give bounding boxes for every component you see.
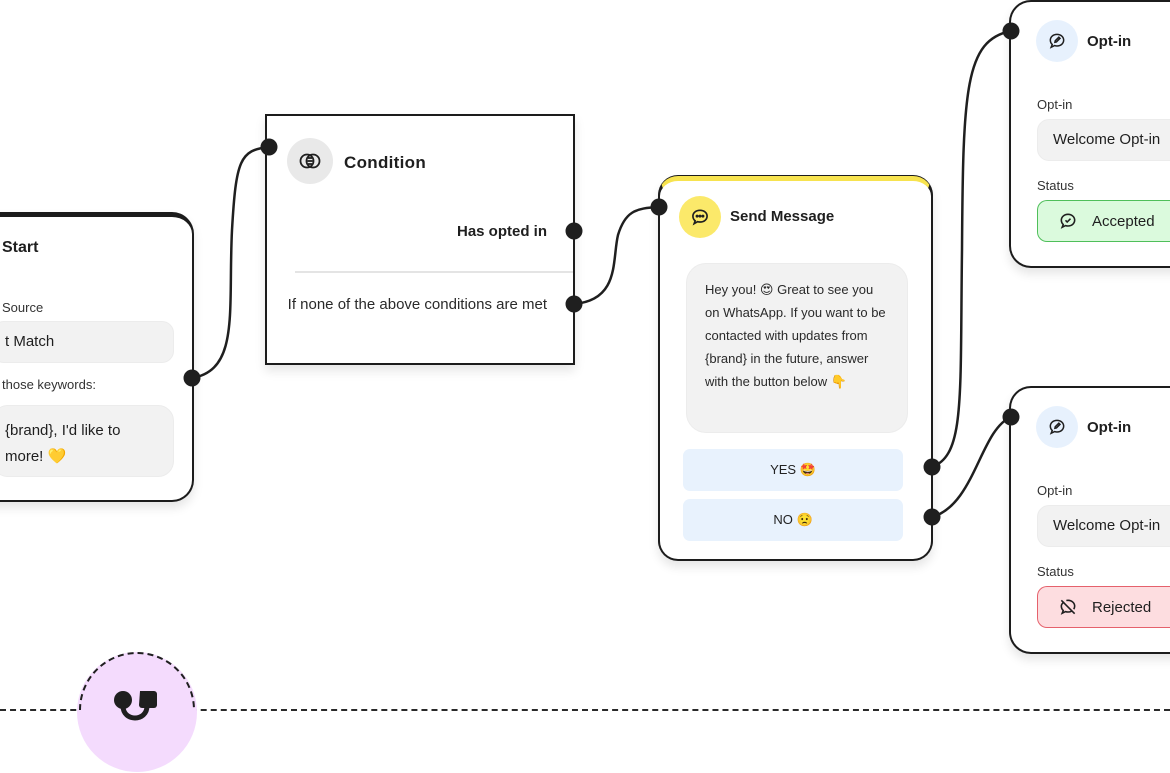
wire-condition-to-send	[573, 205, 660, 306]
chat-pencil-icon	[1049, 419, 1065, 435]
keywords-line-1: {brand}, I'd like to	[5, 422, 121, 439]
optin-node-rejected[interactable]: Opt-in Opt-in Welcome Opt-in Status Reje…	[1009, 386, 1170, 654]
wire-yes-to-optin-accepted	[931, 29, 1012, 469]
send-message-icon-circle	[679, 196, 721, 238]
condition-case-opted-in: Has opted in	[456, 223, 547, 240]
message-bubble[interactable]: Hey you! 😍 Great to see you on WhatsApp.…	[686, 263, 908, 433]
start-node[interactable]: Start Source t Match those keywords: {br…	[0, 212, 194, 502]
chat-slash-icon	[1060, 599, 1076, 615]
optin-node-accepted[interactable]: Opt-in Opt-in Welcome Opt-in Status Acce…	[1009, 0, 1170, 268]
intersect-circles-icon	[299, 153, 321, 169]
start-node-title: Start	[2, 239, 39, 256]
optin-field[interactable]: Welcome Opt-in	[1037, 505, 1170, 547]
condition-else-handle[interactable]	[565, 295, 583, 313]
brand-avatar[interactable]	[77, 652, 197, 772]
source-label: Source	[2, 300, 44, 315]
status-value: Accepted	[1092, 212, 1155, 230]
send-message-node[interactable]: Send Message Hey you! 😍 Great to see you…	[658, 176, 933, 561]
no-output-handle[interactable]	[923, 508, 941, 526]
yes-reply-button[interactable]: YES 🤩	[683, 449, 903, 491]
condition-icon-circle	[287, 138, 333, 184]
keywords-field[interactable]: {brand}, I'd like to more! 💛	[0, 405, 174, 477]
keywords-line-2: more! 💛	[5, 448, 67, 465]
condition-divider	[295, 271, 573, 273]
wire-no-to-optin-rejected	[931, 415, 1012, 519]
optin-rejected-input-handle[interactable]	[1002, 408, 1020, 426]
chat-check-icon	[1060, 213, 1076, 229]
send-message-input-handle[interactable]	[650, 198, 668, 216]
start-output-handle[interactable]	[183, 369, 201, 387]
status-badge-rejected[interactable]: Rejected	[1037, 586, 1170, 628]
condition-node[interactable]: Condition Has opted in If none of the ab…	[265, 114, 575, 365]
yes-output-handle[interactable]	[923, 458, 941, 476]
condition-case-else: If none of the above conditions are met	[287, 296, 547, 313]
condition-input-handle[interactable]	[260, 138, 278, 156]
condition-opted-in-handle[interactable]	[565, 222, 583, 240]
optin-icon-circle	[1036, 406, 1078, 448]
optin-accepted-input-handle[interactable]	[1002, 22, 1020, 40]
status-value: Rejected	[1092, 598, 1152, 616]
send-message-node-title: Send Message	[730, 208, 835, 225]
brand-logo-icon	[114, 691, 157, 721]
optin-label: Opt-in	[1037, 97, 1073, 112]
chat-pencil-icon	[1049, 33, 1065, 49]
optin-label: Opt-in	[1037, 483, 1073, 498]
status-label: Status	[1037, 178, 1074, 193]
no-reply-button[interactable]: NO 😟	[683, 499, 903, 541]
optin-icon-circle	[1036, 20, 1078, 62]
optin-field[interactable]: Welcome Opt-in	[1037, 119, 1170, 161]
keywords-label: those keywords:	[2, 377, 96, 392]
condition-node-title: Condition	[344, 153, 427, 172]
chat-bubble-icon	[692, 209, 708, 226]
optin-node-title: Opt-in	[1087, 419, 1132, 436]
status-label: Status	[1037, 564, 1074, 579]
status-badge-accepted[interactable]: Accepted	[1037, 200, 1170, 242]
source-field[interactable]: t Match	[0, 321, 174, 363]
wire-start-to-condition	[191, 145, 270, 380]
optin-node-title: Opt-in	[1087, 33, 1132, 50]
